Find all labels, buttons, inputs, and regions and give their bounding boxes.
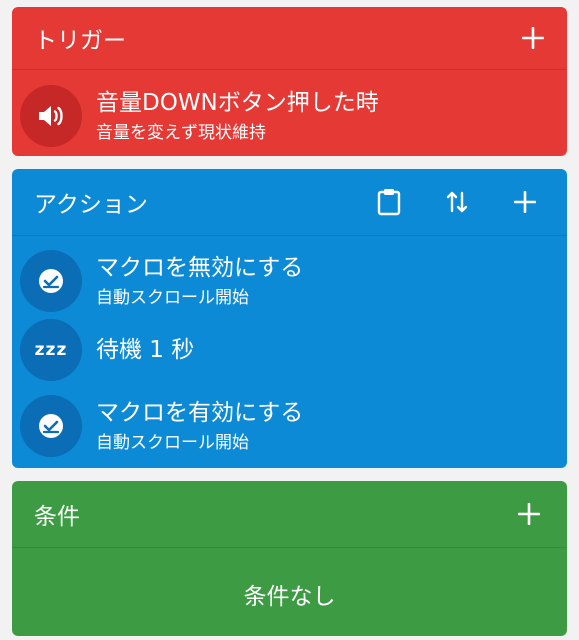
add-trigger-button[interactable]: [513, 18, 553, 58]
plus-icon: [514, 191, 536, 213]
trigger-item[interactable]: 音量DOWNボタン押した時 音量を変えず現状維持: [12, 70, 567, 156]
action-item[interactable]: マクロを有効にする 自動スクロール開始: [12, 384, 567, 464]
action-item-subtitle: 自動スクロール開始: [96, 432, 249, 453]
constraint-title: 条件: [34, 504, 80, 530]
trigger-title: トリガー: [34, 28, 126, 54]
zzz-icon-text: zzz: [34, 340, 68, 360]
trigger-item-subtitle: 音量を変えず現状維持: [96, 122, 266, 143]
plus-icon: [518, 503, 540, 525]
plus-icon: [522, 27, 544, 49]
constraint-header: 条件: [12, 481, 567, 547]
clipboard-icon: [377, 189, 401, 216]
action-card: アクション マクロを無効にする 自動スクロール開始 zzz 待機 1 秒 マクロ…: [12, 169, 567, 468]
action-item-title: マクロを無効にする: [96, 254, 304, 281]
action-item[interactable]: マクロを無効にする 自動スクロール開始: [12, 236, 567, 316]
action-item-title: マクロを有効にする: [96, 399, 304, 426]
reorder-button[interactable]: [437, 182, 477, 222]
add-constraint-button[interactable]: [509, 494, 549, 534]
add-action-button[interactable]: [505, 182, 545, 222]
volume-icon: [20, 85, 82, 147]
reorder-icon: [446, 191, 468, 213]
macro-check-icon: [20, 250, 82, 312]
trigger-item-title: 音量DOWNボタン押した時: [96, 89, 379, 116]
no-constraints-text: 条件なし: [243, 584, 336, 610]
action-item-subtitle: 自動スクロール開始: [96, 287, 249, 308]
action-item-title: 待機 1 秒: [96, 337, 195, 363]
trigger-header: トリガー: [12, 7, 567, 69]
action-title: アクション: [34, 192, 148, 218]
constraint-card: 条件 条件なし: [12, 481, 567, 636]
trigger-card: トリガー 音量DOWNボタン押した時 音量を変えず現状維持: [12, 7, 567, 156]
macro-check-icon: [20, 395, 82, 457]
clipboard-button[interactable]: [369, 182, 409, 222]
action-header: アクション: [12, 169, 567, 235]
zzz-icon: zzz: [20, 319, 82, 381]
action-item[interactable]: zzz 待機 1 秒: [12, 316, 567, 384]
